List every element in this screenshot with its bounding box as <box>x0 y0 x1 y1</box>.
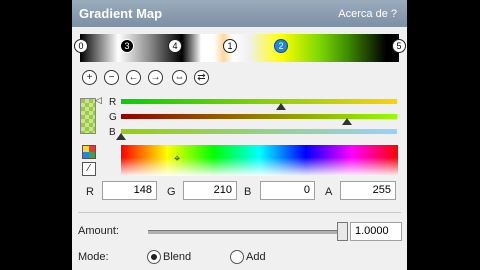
amount-slider-track[interactable] <box>148 230 344 234</box>
current-color-swatch <box>80 98 96 134</box>
gradient-stop-selected[interactable]: 2 <box>274 39 288 53</box>
gradient-map-dialog: Gradient Map Acerca de ? 0 3 4 1 2 5 + −… <box>72 0 407 270</box>
swatch-pointer-icon: ◁ <box>95 95 102 105</box>
color-spectrum-picker[interactable] <box>121 145 398 176</box>
alpha-value-field[interactable]: 255 <box>340 181 396 200</box>
r-field-label: R <box>86 186 94 198</box>
add-radio-label: Add <box>246 251 266 263</box>
red-channel-label: R <box>109 97 117 108</box>
radio-selected-dot <box>151 254 157 260</box>
blend-radio-label: Blend <box>163 251 192 263</box>
remove-stop-icon[interactable]: − <box>104 70 119 85</box>
gradient-stop[interactable]: 3 <box>120 39 134 53</box>
red-slider-handle[interactable] <box>276 103 287 110</box>
eyedropper-icon[interactable]: ⁄ <box>82 162 96 176</box>
divider <box>78 212 401 213</box>
b-field-label: B <box>244 186 252 198</box>
green-slider-handle[interactable] <box>342 118 353 125</box>
gradient-stop[interactable]: 5 <box>392 39 406 53</box>
about-link[interactable]: Acerca de ? <box>338 8 397 20</box>
gradient-stop[interactable]: 0 <box>74 39 88 53</box>
amount-field[interactable]: 1.0000 <box>350 222 402 241</box>
amount-label: Amount: <box>78 225 119 237</box>
reverse-icon[interactable]: ⇄ <box>194 70 209 85</box>
blue-channel-slider[interactable] <box>121 129 397 134</box>
gradient-stop[interactable]: 4 <box>168 39 182 53</box>
blue-value-field[interactable]: 0 <box>260 181 315 200</box>
move-right-icon[interactable]: → <box>148 70 163 85</box>
a-field-label: A <box>325 186 333 198</box>
distribute-icon[interactable]: ⇔ <box>172 70 187 85</box>
green-value-field[interactable]: 210 <box>183 181 237 200</box>
dialog-title: Gradient Map <box>79 6 163 21</box>
crosshair-icon: ⌖ <box>174 153 181 165</box>
red-channel-slider[interactable] <box>121 99 397 104</box>
gradient-stop[interactable]: 1 <box>223 39 237 53</box>
g-field-label: G <box>167 186 176 198</box>
blue-slider-handle[interactable] <box>116 133 126 140</box>
move-left-icon[interactable]: ← <box>126 70 141 85</box>
blue-channel-label: B <box>109 127 116 138</box>
add-stop-icon[interactable]: + <box>82 70 97 85</box>
red-value-field[interactable]: 148 <box>102 181 157 200</box>
mode-label: Mode: <box>78 251 109 263</box>
green-channel-label: G <box>109 112 117 123</box>
palette-icon[interactable] <box>82 145 96 159</box>
blend-radio[interactable] <box>147 250 161 264</box>
title-bar: Gradient Map Acerca de ? <box>72 0 407 27</box>
amount-slider-thumb[interactable] <box>337 222 348 241</box>
add-radio[interactable] <box>230 250 244 264</box>
green-channel-slider[interactable] <box>121 114 397 119</box>
